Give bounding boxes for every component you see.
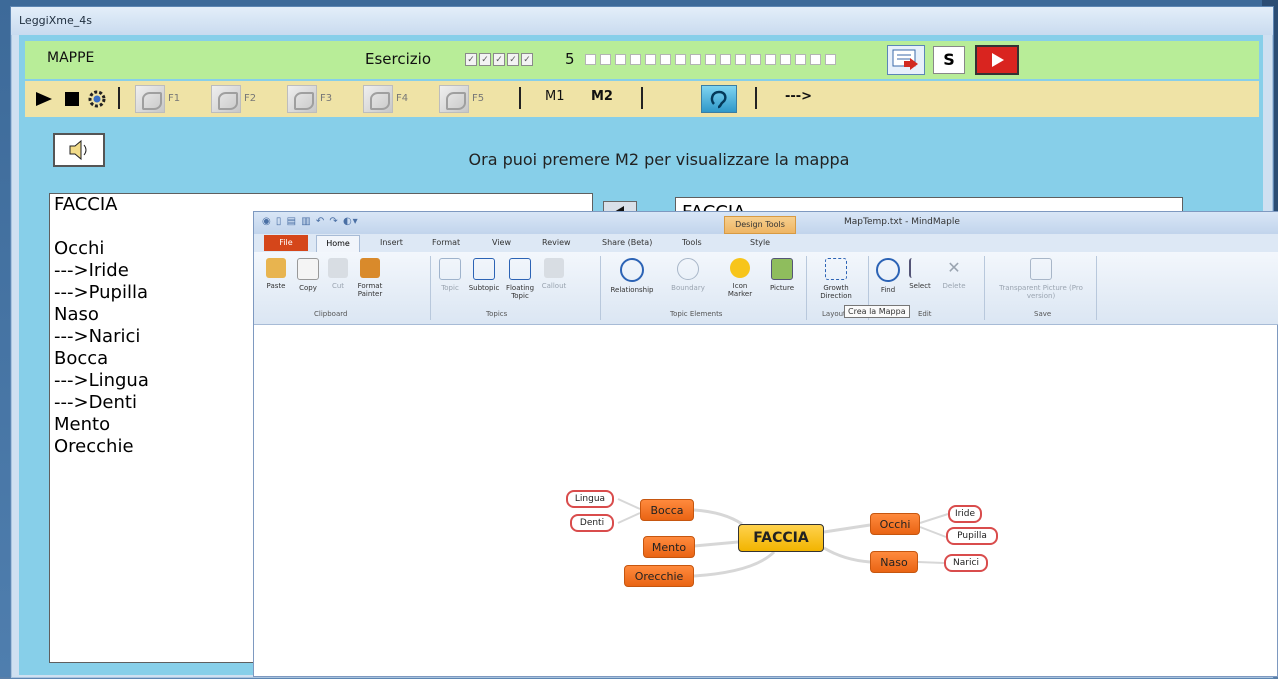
ear-icon [710, 90, 727, 109]
progress-cell [675, 54, 686, 65]
help-button[interactable] [701, 85, 737, 113]
subtopic-iride[interactable]: Iride [948, 505, 982, 523]
progress-cell [765, 54, 776, 65]
subtopic-denti[interactable]: Denti [570, 514, 614, 532]
progress-cell [645, 54, 656, 65]
f4-label: F4 [396, 93, 409, 104]
progress-cell [630, 54, 641, 65]
toolbar-separator [118, 87, 120, 109]
toolbar-separator [641, 87, 643, 109]
next-arrow-button[interactable]: ---> [785, 89, 812, 104]
progress-cell [720, 54, 731, 65]
f3-label: F3 [320, 93, 333, 104]
subtopic-pupilla[interactable]: Pupilla [946, 527, 998, 545]
f2-icon[interactable] [211, 85, 241, 113]
tick-checkbox: ✓ [507, 53, 519, 66]
progress-cell [660, 54, 671, 65]
topic-occhi[interactable]: Occhi [870, 513, 920, 535]
tick-checkbox: ✓ [493, 53, 505, 66]
tick-checkbox: ✓ [465, 53, 477, 66]
window-title: LeggiXme_4s [19, 14, 92, 27]
progress-cell [750, 54, 761, 65]
progress-cell [600, 54, 611, 65]
play-icon[interactable] [35, 91, 53, 107]
exercise-ticks: ✓ ✓ ✓ ✓ ✓ [465, 53, 533, 66]
toolbar: F1 F2 F3 F4 F5 M1 M2 ---> [25, 81, 1259, 117]
exercise-count: 5 [565, 50, 575, 68]
mindmaple-window: ◉ ▯ ▤ ▥ ↶ ↷ ◐▾ Design Tools MapTemp.txt … [253, 211, 1278, 677]
toolbar-separator [755, 87, 757, 109]
f1-label: F1 [168, 93, 181, 104]
play-video-button[interactable] [975, 45, 1019, 75]
tick-checkbox: ✓ [521, 53, 533, 66]
instruction-text: Ora puoi premere M2 per visualizzare la … [468, 150, 850, 169]
topic-mento[interactable]: Mento [643, 536, 695, 558]
progress-cell [705, 54, 716, 65]
progress-cell [585, 54, 596, 65]
settings-icon[interactable] [87, 89, 107, 109]
f4-icon[interactable] [363, 85, 393, 113]
progress-cell [795, 54, 806, 65]
exercise-label: Esercizio [365, 50, 431, 68]
m1-button[interactable]: M1 [545, 89, 565, 104]
f2-label: F2 [244, 93, 257, 104]
map-links [617, 498, 949, 578]
progress-cell [810, 54, 821, 65]
progress-cells [585, 54, 836, 65]
topic-naso[interactable]: Naso [870, 551, 918, 573]
toolbar-separator [519, 87, 521, 109]
progress-cell [780, 54, 791, 65]
progress-cell [735, 54, 746, 65]
tick-checkbox: ✓ [479, 53, 491, 66]
card-exit-button[interactable] [887, 45, 925, 75]
section-label: MAPPE [47, 50, 95, 66]
subtopic-lingua[interactable]: Lingua [566, 490, 614, 508]
progress-cell [615, 54, 626, 65]
progress-cell [690, 54, 701, 65]
f5-icon[interactable] [439, 85, 469, 113]
f3-icon[interactable] [287, 85, 317, 113]
f5-label: F5 [472, 93, 485, 104]
f1-icon[interactable] [135, 85, 165, 113]
header-bar: MAPPE Esercizio ✓ ✓ ✓ ✓ ✓ 5 S [25, 41, 1259, 79]
topic-orecchie[interactable]: Orecchie [624, 565, 694, 587]
title-bar[interactable]: LeggiXme_4s [11, 7, 1273, 35]
progress-cell [825, 54, 836, 65]
m2-button[interactable]: M2 [591, 89, 613, 104]
card-exit-icon [892, 49, 918, 70]
map-root-node[interactable]: FACCIA [738, 524, 824, 552]
s-button[interactable]: S [933, 46, 965, 74]
stop-icon[interactable] [65, 92, 79, 106]
topic-bocca[interactable]: Bocca [640, 499, 694, 521]
subtopic-narici[interactable]: Narici [944, 554, 988, 572]
